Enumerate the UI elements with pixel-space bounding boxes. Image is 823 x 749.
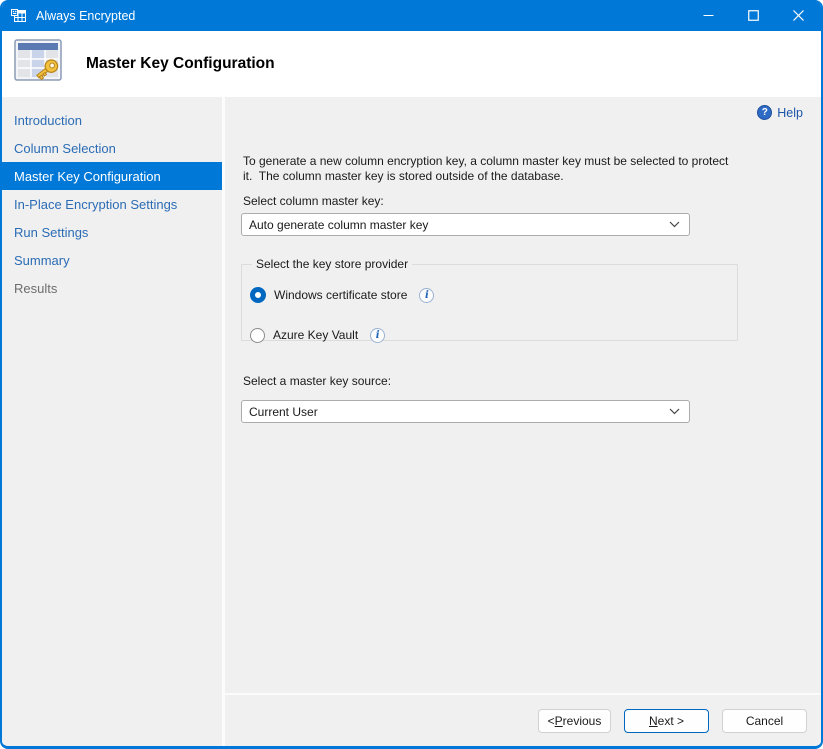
chevron-down-icon bbox=[669, 221, 680, 228]
sidebar-item-run-settings[interactable]: Run Settings bbox=[2, 218, 222, 246]
radio-unselected-icon bbox=[250, 328, 265, 343]
key-store-provider-legend: Select the key store provider bbox=[252, 257, 412, 271]
info-icon[interactable]: i bbox=[419, 288, 434, 303]
maximize-button[interactable] bbox=[731, 0, 776, 31]
next-button[interactable]: Next > bbox=[624, 709, 709, 733]
column-master-key-value: Auto generate column master key bbox=[249, 218, 428, 232]
chevron-down-icon bbox=[669, 408, 680, 415]
sidebar-item-column-selection[interactable]: Column Selection bbox=[2, 134, 222, 162]
minimize-button[interactable] bbox=[686, 0, 731, 31]
wizard-steps-sidebar: Introduction Column Selection Master Key… bbox=[2, 97, 222, 746]
info-icon[interactable]: i bbox=[370, 328, 385, 343]
close-button[interactable] bbox=[776, 0, 821, 31]
title-bar[interactable]: Always Encrypted bbox=[2, 0, 821, 31]
master-key-source-label: Select a master key source: bbox=[243, 374, 391, 388]
sidebar-item-in-place-encryption-settings[interactable]: In-Place Encryption Settings bbox=[2, 190, 222, 218]
cancel-button[interactable]: Cancel bbox=[722, 709, 807, 733]
help-icon: ? bbox=[757, 105, 772, 120]
windows-certificate-store-option[interactable]: Windows certificate store i bbox=[250, 285, 737, 305]
sidebar-item-summary[interactable]: Summary bbox=[2, 246, 222, 274]
main-panel: ? Help To generate a new column encrypti… bbox=[225, 97, 821, 746]
sidebar-item-master-key-configuration[interactable]: Master Key Configuration bbox=[2, 162, 222, 190]
wizard-header: Master Key Configuration bbox=[2, 31, 821, 97]
previous-button[interactable]: < Previous bbox=[538, 709, 611, 733]
column-master-key-select[interactable]: Auto generate column master key bbox=[241, 213, 690, 236]
help-label: Help bbox=[777, 106, 803, 120]
help-link[interactable]: ? Help bbox=[757, 105, 803, 120]
key-store-provider-group: Select the key store provider Windows ce… bbox=[241, 257, 738, 341]
azure-key-vault-option[interactable]: Azure Key Vault i bbox=[250, 325, 737, 345]
table-key-icon bbox=[11, 36, 65, 93]
always-encrypted-wizard-window: Always Encrypted bbox=[0, 0, 823, 749]
description-text: To generate a new column encryption key,… bbox=[243, 154, 803, 184]
sidebar-item-introduction[interactable]: Introduction bbox=[2, 106, 222, 134]
page-title: Master Key Configuration bbox=[86, 55, 275, 73]
master-key-source-value: Current User bbox=[249, 405, 318, 419]
sidebar-item-results: Results bbox=[2, 274, 222, 302]
master-key-source-select[interactable]: Current User bbox=[241, 400, 690, 423]
column-master-key-label: Select column master key: bbox=[243, 194, 384, 208]
windows-certificate-store-label: Windows certificate store bbox=[274, 288, 407, 302]
window-title: Always Encrypted bbox=[36, 9, 135, 23]
always-encrypted-icon bbox=[11, 8, 27, 24]
azure-key-vault-label: Azure Key Vault bbox=[273, 328, 358, 342]
radio-selected-icon bbox=[250, 287, 266, 303]
wizard-footer: < Previous Next > Cancel bbox=[225, 693, 821, 746]
